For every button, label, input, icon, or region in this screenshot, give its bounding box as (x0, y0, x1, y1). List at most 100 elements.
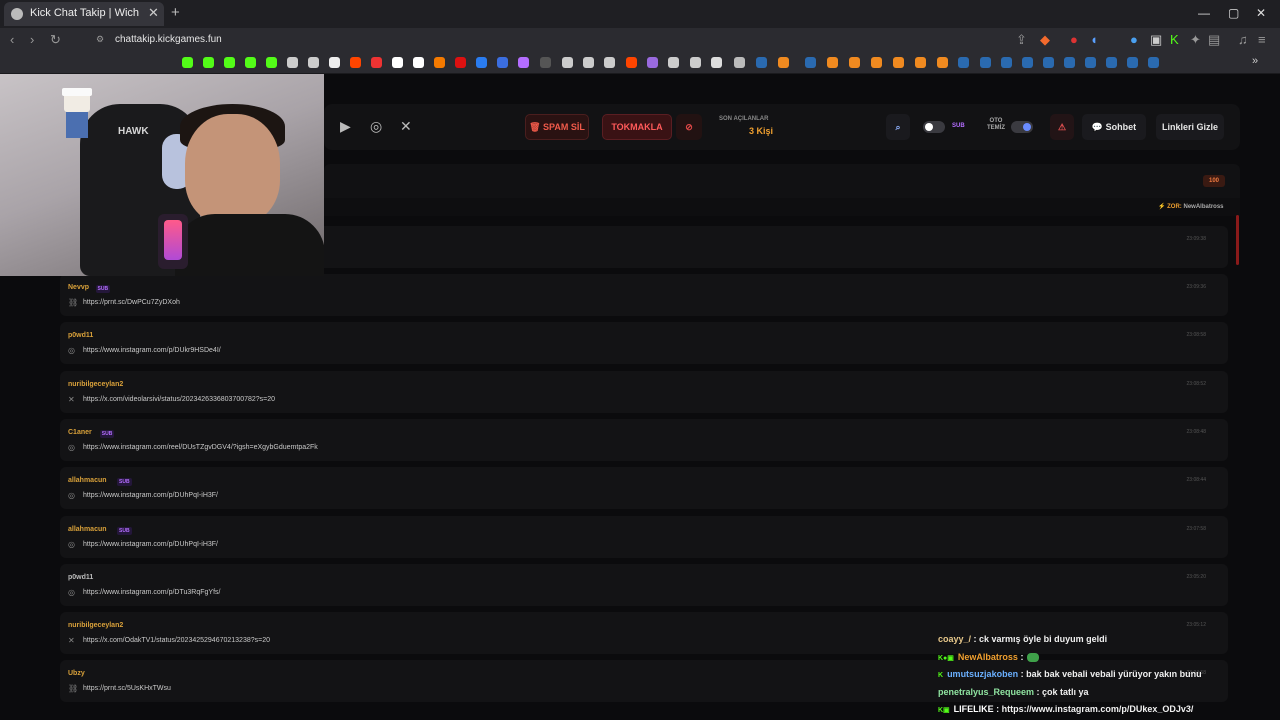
bookmark-kick-icon[interactable] (266, 57, 277, 68)
close-window-button[interactable]: ✕ (1256, 6, 1266, 20)
bookmark-icon[interactable] (668, 57, 679, 68)
media-icon[interactable]: ♫ (1238, 32, 1248, 47)
card-link[interactable]: https://www.instagram.com/p/DTu3RqFgYfs/ (83, 589, 220, 596)
bookmark-icon[interactable] (937, 57, 948, 68)
card-link[interactable]: https://x.com/OdakTV1/status/20234252946… (83, 637, 270, 644)
bookmark-icon[interactable] (476, 57, 487, 68)
bookmark-reddit-icon[interactable] (626, 57, 637, 68)
card-link[interactable]: https://x.com/videolarsivi/status/202342… (83, 396, 275, 403)
card-username[interactable]: allahmacun (68, 526, 107, 533)
linkleri-gizle-button[interactable]: Linkleri Gizle (1156, 114, 1224, 140)
card-username[interactable]: Nevvp (68, 284, 89, 291)
card-link[interactable]: https://www.instagram.com/p/DUkr9HSDe4I/ (83, 347, 221, 354)
bookmark-icon[interactable] (711, 57, 722, 68)
url-field[interactable]: chattakip.kickgames.fun (115, 34, 222, 45)
bookmark-folder-icon[interactable] (734, 57, 745, 68)
link-card[interactable]: p0wd11 ◎ https://www.instagram.com/p/DTu3R… (60, 563, 1228, 606)
link-card[interactable]: nuribilgeceylan2 ✕ https://x.com/videolars… (60, 370, 1228, 413)
tokmakla-button[interactable]: TOKMAKLA (602, 114, 672, 140)
bookmark-icon[interactable] (497, 57, 508, 68)
bookmark-icon[interactable] (308, 57, 319, 68)
youtube-icon[interactable]: ▶ (340, 118, 351, 135)
card-username[interactable]: C1aner (68, 429, 92, 436)
instagram-icon[interactable]: ◎ (370, 118, 382, 135)
bookmark-steam-icon[interactable] (1085, 57, 1096, 68)
bookmark-x-icon[interactable] (329, 57, 340, 68)
extension-icon[interactable]: ▣ (1150, 32, 1162, 48)
back-icon[interactable]: ‹ (10, 32, 14, 47)
forward-icon[interactable]: › (30, 32, 34, 47)
chat-username[interactable]: coayy_/ (938, 634, 971, 644)
extension-icon[interactable]: ◖ (1090, 32, 1098, 47)
bookmark-steam-icon[interactable] (1106, 57, 1117, 68)
tab-kick-chat[interactable]: Kick Chat Takip | Wich ✕ (4, 2, 164, 26)
bookmark-icon[interactable] (871, 57, 882, 68)
extension-kick-icon[interactable]: K (1170, 32, 1179, 47)
link-card[interactable]: allahmacun SUB ◎ https://www.instagram.com/… (60, 467, 1228, 510)
card-username[interactable]: p0wd11 (68, 332, 93, 339)
menu-icon[interactable]: ≡ (1258, 32, 1266, 47)
share-icon[interactable]: ⇪ (1016, 32, 1027, 48)
alert-icon[interactable]: ⚠ (1050, 114, 1074, 140)
bookmark-icon[interactable] (690, 57, 701, 68)
bookmark-steam-icon[interactable] (756, 57, 767, 68)
card-username[interactable]: nuribilgeceylan2 (68, 381, 123, 388)
link-card[interactable]: allahmacun SUB ◎ https://www.instagram.com/… (60, 515, 1228, 558)
bookmark-icon[interactable] (455, 57, 466, 68)
bookmark-icon[interactable] (287, 57, 298, 68)
bookmark-icon[interactable] (434, 57, 445, 68)
tab-close-icon[interactable]: ✕ (148, 5, 159, 21)
bookmark-steam-icon[interactable] (980, 57, 991, 68)
brave-shield-icon[interactable]: ◆ (1040, 32, 1050, 48)
bookmark-icon[interactable] (827, 57, 838, 68)
bookmark-kick-icon[interactable] (182, 57, 193, 68)
bookmark-icon[interactable] (413, 57, 424, 68)
extension-icon[interactable]: ● (1130, 32, 1138, 47)
site-settings-icon[interactable]: ⚙ (96, 34, 104, 45)
ban-icon[interactable]: ⊘ (676, 114, 702, 140)
bookmark-steam-icon[interactable] (958, 57, 969, 68)
spam-sil-button[interactable]: 🗑 SPAM SİL (525, 114, 589, 140)
sidebar-icon[interactable]: ▤ (1208, 32, 1220, 48)
bookmark-kick-icon[interactable] (224, 57, 235, 68)
chat-username[interactable]: umutsuzjakoben (947, 669, 1018, 679)
bookmark-icon[interactable] (778, 57, 789, 68)
bookmark-steam-icon[interactable] (1043, 57, 1054, 68)
card-username[interactable]: allahmacun (68, 477, 107, 484)
bookmark-icon[interactable] (583, 57, 594, 68)
link-card[interactable]: Nevvp SUB ⛓ https://prnt.sc/DwPCu7ZyDXoh 23:… (60, 274, 1228, 316)
chat-username[interactable]: LIFELIKE (954, 704, 994, 714)
maximize-button[interactable]: ▢ (1228, 6, 1239, 20)
scrollbar[interactable] (1236, 215, 1239, 265)
bookmark-steam-icon[interactable] (1148, 57, 1159, 68)
bookmark-steam-icon[interactable] (1127, 57, 1138, 68)
oto-temiz-toggle[interactable] (1011, 121, 1033, 133)
chat-username[interactable]: NewAlbatross (958, 652, 1018, 662)
minimize-button[interactable]: — (1198, 6, 1210, 20)
bookmark-icon[interactable] (562, 57, 573, 68)
bookmark-icon[interactable] (540, 57, 551, 68)
bookmark-kick-icon[interactable] (203, 57, 214, 68)
bookmark-icon[interactable] (604, 57, 615, 68)
card-link[interactable]: https://www.instagram.com/p/DUhPqI-iH3F/ (83, 541, 218, 548)
bookmark-icon[interactable] (647, 57, 658, 68)
new-tab-button[interactable]: + (171, 4, 180, 21)
bookmark-steam-icon[interactable] (1022, 57, 1033, 68)
sohbet-button[interactable]: 💬 Sohbet (1082, 114, 1146, 140)
bookmark-steam-icon[interactable] (805, 57, 816, 68)
bookmark-icon[interactable] (849, 57, 860, 68)
reload-icon[interactable]: ↻ (50, 32, 61, 48)
bookmark-icon[interactable] (915, 57, 926, 68)
extension-ublock-icon[interactable]: ● (1070, 32, 1078, 47)
bookmark-icon[interactable] (371, 57, 382, 68)
card-link[interactable]: https://prnt.sc/5UsKHxTWsu (83, 685, 171, 692)
bookmark-icon[interactable] (518, 57, 529, 68)
card-link[interactable]: https://prnt.sc/DwPCu7ZyDXoh (83, 299, 180, 306)
bookmark-icon[interactable] (893, 57, 904, 68)
search-icon[interactable]: ⌕ (886, 114, 910, 140)
card-username[interactable]: nuribilgeceylan2 (68, 622, 123, 629)
bookmarks-overflow-icon[interactable]: » (1252, 55, 1258, 67)
link-card[interactable]: p0wd11 ◎ https://www.instagram.com/p/DUkr9… (60, 322, 1228, 365)
card-link[interactable]: https://www.instagram.com/reel/DUsTZgvDG… (83, 444, 318, 451)
bookmark-kick-icon[interactable] (245, 57, 256, 68)
